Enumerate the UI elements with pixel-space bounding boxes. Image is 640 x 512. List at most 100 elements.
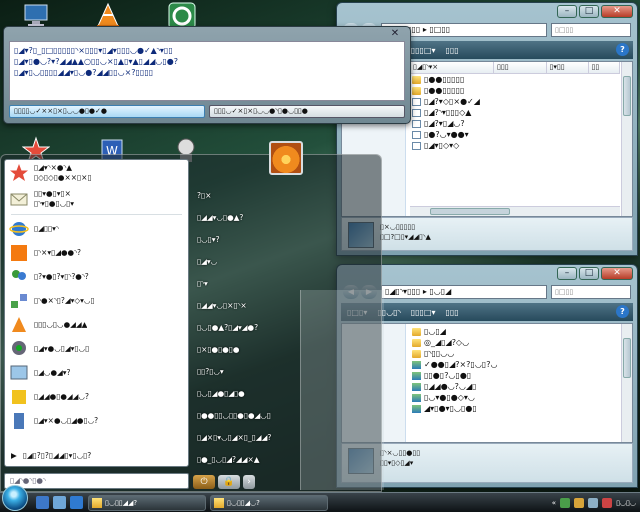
file-row[interactable]: ▯◢?◝▾▯▯▯◇▲ [410, 107, 620, 118]
scrollbar-thumb[interactable] [623, 338, 631, 378]
sm-item-webcam[interactable]: ▯◢▾●◡▯◢▾▯◡▯ [5, 337, 188, 361]
sm-item-subtitle: ▯◝▾▯●▯◡▯▾ [34, 199, 75, 208]
file-name: ✓●●▯◢?×?▯◡▯?◡ [424, 360, 498, 369]
file-row[interactable]: ◎_◢▯◢?◇◡ [410, 337, 620, 348]
file-row[interactable]: ▯◝▯▯◡◡ [410, 348, 620, 359]
sm-item-label: ▯◢◢●▯●◢◢◡? [34, 392, 89, 401]
vertical-scrollbar[interactable] [621, 324, 632, 442]
vertical-scrollbar[interactable] [621, 62, 632, 216]
close-button[interactable]: ✕ [601, 5, 633, 18]
dialog-primary-button[interactable]: ▯▯▯▯◡✓××▯×▯◡◡●▯●✓● [9, 105, 205, 118]
file-row[interactable]: ▯●●▯▯▯▯▯ [410, 85, 620, 96]
file-list: ▯◡▯◢ ◎_◢▯◢?◇◡ ▯◝▯▯◡◡ ✓●●▯◢?×?▯◡▯?◡ ▯▯●▯?◡▯●▯… [410, 324, 620, 442]
minimize-button[interactable]: – [557, 267, 577, 280]
file-row[interactable]: ▯▯●▯?◡▯●▯ [410, 370, 620, 381]
switch-windows-icon[interactable] [53, 496, 66, 509]
search-input[interactable]: ▯□▯▯ [551, 23, 631, 37]
search-input[interactable]: ▯□▯▯ [551, 285, 631, 299]
column-header-date[interactable]: ▯▯▯ [494, 62, 547, 73]
horizontal-scrollbar[interactable] [410, 206, 620, 216]
message-dialog[interactable]: ✕ ▯◢▾?▯_▯□▯▯▯▯▯◝×▯▯▯▾▯◢▾▯▯▯◡●✓▲◝▾▯▯ ▯◢▾▯… [3, 26, 411, 124]
sm-item-vlc[interactable]: ▯▯▯◡▯◡●◢◢▲ [5, 313, 188, 337]
folder-icon [92, 498, 102, 508]
glass-overlay [300, 290, 384, 490]
sm-item-messenger[interactable]: ▯?▾●▯?▾▯◝?●◝? [5, 265, 188, 289]
file-name: ▯◢?▾▯◢◡? [424, 119, 465, 128]
file-row[interactable]: ▯●●▯▯▯▯▯ [410, 74, 620, 85]
network-icon[interactable] [560, 498, 571, 508]
toolbar-item-share[interactable]: ▯▯▯□▾ [411, 308, 436, 317]
user-picture-icon[interactable] [269, 141, 303, 175]
maximize-button[interactable]: □ [579, 5, 599, 18]
security-icon[interactable] [574, 498, 585, 508]
details-line: ▯×◡▯▯▯▯▯ [380, 223, 416, 231]
ie-icon[interactable] [70, 496, 83, 509]
all-programs-button[interactable]: ▶ ▯◢▯?▯?▯◢◢▯▾▯◡▯? [11, 451, 91, 460]
help-icon[interactable]: ? [616, 43, 629, 56]
file-row[interactable]: ▯◡▾●▯●◇▾◡ [410, 392, 620, 403]
dialog-secondary-button[interactable]: ▯▯▯◡✓×▯×▯◡◡●◝▯●◡▯▯● [209, 105, 405, 118]
image-file-icon [412, 360, 421, 369]
sm-item-favorites[interactable]: ▯◢▾◝×●◝▲ ▯◇▯◇▯●××▯×▯ [5, 160, 188, 186]
file-name: ▯◢?▾◇▯×●✓◢ [424, 97, 480, 106]
column-headers: ▯◢▯◝▾× ▯▯▯ ▯▾▯▯ ▯▯ [410, 62, 620, 74]
toolbar-item-share[interactable]: ▯▯▯□▾ [411, 46, 436, 55]
folder-icon [412, 75, 421, 84]
column-header-type[interactable]: ▯▾▯▯ [547, 62, 589, 73]
clock[interactable]: ▯◡▯◡ [616, 499, 636, 507]
show-desktop-icon[interactable] [36, 496, 49, 509]
file-row[interactable]: ◢▾▯●▾▯◡▯●▯ [410, 403, 620, 414]
sm-item-email[interactable]: ▯▯▾●▯▾▯× ▯◝▾▯●▯◡▯▾ [5, 186, 188, 212]
minimize-button[interactable]: – [557, 5, 577, 18]
scrollbar-thumb[interactable] [623, 76, 631, 116]
scrollbar-thumb[interactable] [430, 208, 510, 215]
address-bar[interactable]: ▯◢▯◝▾▯▯▯ ▸ ▯◡▯◢ [381, 285, 547, 299]
details-pane: ▯◝×◡▯▯●▯▯ ▯▯▾▯◇▯◢▾ [341, 443, 633, 483]
close-button[interactable]: ✕ [601, 267, 633, 280]
file-icon [412, 141, 421, 150]
file-name: ◎_◢▯◢?◇◡ [424, 338, 470, 347]
sm-item-exit[interactable]: ▯◢▾×●◡▯◢●▯◡? [5, 409, 188, 433]
folder-icon [412, 338, 421, 347]
chevron-right-icon[interactable]: › [243, 475, 255, 489]
sm-item-network[interactable]: ▯◝●×◝▯?◢▾◇▾◡▯ [5, 289, 188, 313]
maximize-button[interactable]: □ [579, 267, 599, 280]
file-row[interactable]: ▯◢▾▯◇▾◇ [410, 140, 620, 151]
toolbar-item-burn[interactable]: ▯▯▯ [445, 46, 458, 55]
file-name: ▯●●▯▯▯▯▯ [424, 75, 465, 84]
toolbar-item-burn[interactable]: ▯▯▯ [445, 308, 458, 317]
file-icon [412, 130, 421, 139]
help-icon[interactable]: ? [616, 305, 629, 318]
start-link[interactable]: ▯◢▾◡ [193, 251, 373, 273]
sm-item-puzzle[interactable]: ▯◢◢●▯●◢◢◡? [5, 385, 188, 409]
file-row[interactable]: ▯◢◢●◡?◡◢▯ [410, 381, 620, 392]
sm-item-label: ▯▯▯◡▯◡●◢◢▲ [34, 320, 88, 329]
tray-expand-icon[interactable]: « [552, 499, 556, 507]
sm-item-label: ▯◢◡●◢▾? [34, 368, 71, 377]
taskbar-button-window-1[interactable]: ▯◡▯▯◢◢? [88, 495, 206, 511]
alert-icon[interactable] [602, 498, 613, 508]
sm-item-orange[interactable]: ▯◝×▾▯◢●●◝? [5, 241, 188, 265]
start-search-input[interactable]: ▯◢◝●◝▯●◝ [4, 473, 189, 489]
file-name: ▯◡▾●▯●◇▾◡ [424, 393, 475, 402]
sm-item-ie[interactable]: ▯◢▯▯▾◝ [5, 217, 188, 241]
column-header-size[interactable]: ▯▯ [589, 62, 620, 73]
file-row[interactable]: ▯◡▯◢ [410, 326, 620, 337]
start-link[interactable]: ▯◡▯▾? [193, 229, 373, 251]
file-row[interactable]: ▯◢?▾▯◢◡? [410, 118, 620, 129]
start-link[interactable]: ?▯× [193, 185, 373, 207]
start-link[interactable]: ▯◢◢▾◡▯●▲? [193, 207, 373, 229]
power-icon[interactable]: ⏻ [193, 475, 215, 489]
lock-icon[interactable]: 🔒 [218, 475, 240, 489]
details-pane: ▯×◡▯▯▯▯▯ ▯□?□▯▾◢◢▯◝▲ [341, 217, 633, 251]
volume-icon[interactable] [588, 498, 599, 508]
sm-item-paint[interactable]: ▯◢◡●◢▾? [5, 361, 188, 385]
file-row[interactable]: ✓●●▯◢?×?▯◡▯?◡ [410, 359, 620, 370]
taskbar: ▯◡▯▯◢◢? ▯◡▯▯◢◡? « ▯◡▯◡ [0, 492, 640, 512]
close-icon[interactable]: ✕ [388, 28, 402, 40]
column-header-name[interactable]: ▯◢▯◝▾× [410, 62, 494, 73]
taskbar-button-window-2[interactable]: ▯◡▯▯◢◡? [210, 495, 328, 511]
start-button[interactable] [2, 485, 28, 511]
file-row[interactable]: ▯●?◡▾●●▾ [410, 129, 620, 140]
file-row[interactable]: ▯◢?▾◇▯×●✓◢ [410, 96, 620, 107]
